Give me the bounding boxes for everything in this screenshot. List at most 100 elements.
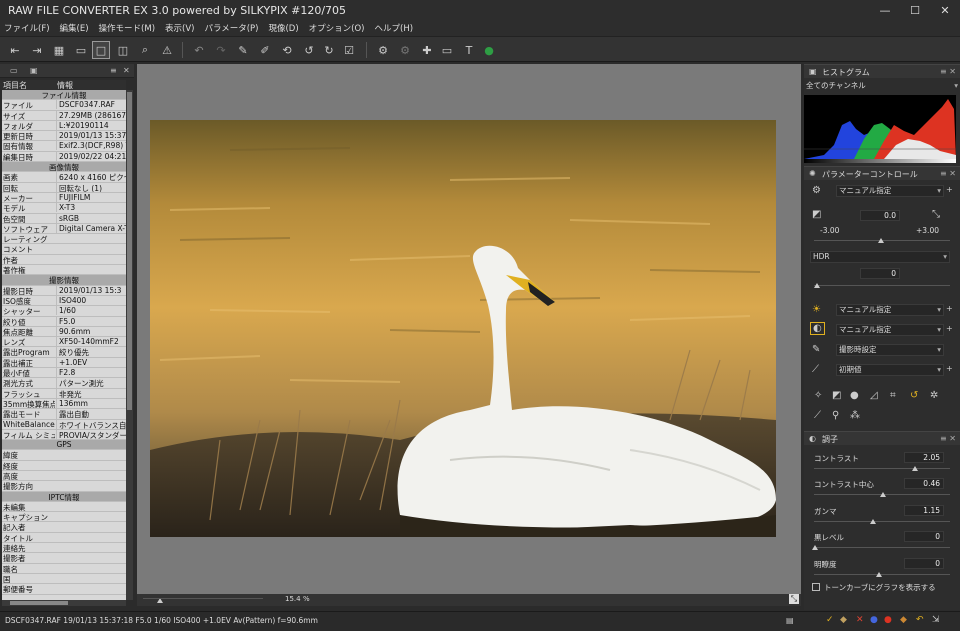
info-row[interactable]: 国 bbox=[2, 574, 126, 585]
gamma-slider-thumb[interactable] bbox=[870, 519, 876, 524]
info-row[interactable]: フラッシュ 非発光 bbox=[2, 388, 126, 399]
info-row[interactable]: メーカー FUJIFILM bbox=[2, 192, 126, 204]
black-level-slider[interactable] bbox=[814, 545, 950, 548]
black-level-slider-thumb[interactable] bbox=[812, 545, 818, 550]
menu-parameter[interactable]: パラメータ(P) bbox=[204, 22, 258, 34]
tone-controls-icon[interactable]: ≡ ✕ bbox=[940, 434, 956, 443]
import-icon[interactable]: ⇤ bbox=[6, 41, 24, 59]
preset-add-icon[interactable]: + bbox=[946, 185, 953, 194]
tool-undo-icon[interactable]: ↺ bbox=[910, 390, 918, 401]
select-develop-icon[interactable]: ⚙ bbox=[374, 41, 392, 59]
menu-develop[interactable]: 現像(D) bbox=[268, 22, 298, 34]
info-row[interactable]: 露出Program 絞り優先 bbox=[2, 347, 126, 358]
tone-select[interactable]: マニュアル指定 ▾ bbox=[836, 324, 944, 336]
info-row[interactable]: コメント bbox=[2, 244, 126, 255]
contrast-slider-thumb[interactable] bbox=[912, 466, 918, 471]
zoom-icon[interactable]: ⌕ bbox=[136, 41, 154, 59]
info-row[interactable]: ソフトウェア Digital Camera X-T bbox=[2, 223, 126, 235]
grid-view-icon[interactable]: ▦ bbox=[50, 41, 68, 59]
status-export-icon[interactable]: ⇲ bbox=[932, 615, 940, 625]
info-row[interactable]: 未編集 bbox=[2, 502, 126, 513]
info-row[interactable]: 編集日時 2019/02/22 04:21: bbox=[2, 151, 126, 163]
display-icon[interactable]: ▭ bbox=[438, 41, 456, 59]
contrast-slider[interactable] bbox=[814, 466, 950, 469]
contrast-center-slider-thumb[interactable] bbox=[880, 492, 886, 497]
status-print-icon[interactable]: ▤ bbox=[786, 616, 794, 625]
status-blue-icon[interactable]: ● bbox=[870, 615, 878, 625]
exposure-value[interactable]: 0.0 bbox=[860, 210, 900, 221]
left-vertical-scrollbar[interactable] bbox=[126, 90, 133, 600]
minimize-icon[interactable]: — bbox=[870, 0, 900, 20]
info-row[interactable]: タイトル bbox=[2, 533, 126, 544]
paste-params-icon[interactable]: ✐ bbox=[256, 41, 274, 59]
exposure-slider-thumb[interactable] bbox=[878, 238, 884, 243]
undo-icon[interactable]: ↶ bbox=[190, 41, 208, 59]
info-row[interactable]: 撮影者 bbox=[2, 553, 126, 564]
rotate-cw-icon[interactable]: ↻ bbox=[320, 41, 338, 59]
close-icon[interactable]: ✕ bbox=[930, 0, 960, 20]
white-balance-icon[interactable]: ☀ bbox=[812, 304, 821, 315]
tool-brush-icon[interactable]: ⟋ bbox=[814, 410, 821, 421]
info-section-header[interactable]: ファイル情報 bbox=[2, 90, 126, 101]
info-row[interactable]: 更新日時 2019/01/13 15:37:1 bbox=[2, 131, 126, 142]
info-row[interactable]: レーティング bbox=[2, 234, 126, 245]
left-horizontal-scrollbar[interactable] bbox=[2, 600, 126, 606]
info-section-header[interactable]: IPTC情報 bbox=[2, 491, 126, 502]
info-row[interactable]: 露出補正 +1.0EV bbox=[2, 357, 126, 369]
info-row[interactable]: 職名 bbox=[2, 564, 126, 574]
rotate-ccw-icon[interactable]: ↺ bbox=[300, 41, 318, 59]
hdr-slider[interactable] bbox=[814, 283, 950, 286]
batch-develop-icon[interactable]: ⚙ bbox=[396, 41, 414, 59]
check-box-icon[interactable]: ☑ bbox=[340, 41, 358, 59]
info-row[interactable]: 画素 6240 x 4160 ピクセル bbox=[2, 172, 126, 183]
compare-view-icon[interactable]: ◫ bbox=[114, 41, 132, 59]
info-tab-icon[interactable]: ▣ bbox=[30, 66, 38, 75]
info-row[interactable]: 著作権 bbox=[2, 265, 126, 276]
info-row[interactable]: 最小F値 F2.8 bbox=[2, 368, 126, 379]
info-row[interactable]: 記入者 bbox=[2, 522, 126, 533]
info-section-header[interactable]: GPS bbox=[2, 440, 126, 451]
text-tool-icon[interactable]: T bbox=[460, 41, 478, 59]
menu-help[interactable]: ヘルプ(H) bbox=[375, 22, 414, 34]
info-row[interactable]: キャプション bbox=[2, 512, 126, 523]
gamma-slider[interactable] bbox=[814, 519, 950, 522]
white-balance-select[interactable]: マニュアル指定 ▾ bbox=[836, 304, 944, 316]
sharpness-icon[interactable]: ⟋ bbox=[812, 364, 819, 375]
panel-menu-icon[interactable]: ≡ bbox=[110, 66, 117, 75]
info-row[interactable]: シャッター 1/60 bbox=[2, 306, 126, 317]
contrast-value[interactable]: 2.05 bbox=[904, 452, 944, 463]
sharpness-select[interactable]: 初期値 ▾ bbox=[836, 364, 944, 376]
info-row[interactable]: 高度 bbox=[2, 471, 126, 482]
tone-add-icon[interactable]: + bbox=[946, 324, 953, 333]
tool-crop-icon[interactable]: ⌗ bbox=[890, 390, 896, 401]
info-row[interactable]: フォルダ L:¥20190114 bbox=[2, 120, 126, 132]
info-row[interactable]: 露出モード 露出自動 bbox=[2, 409, 126, 420]
info-row[interactable]: 絞り値 F5.0 bbox=[2, 316, 126, 327]
filmstrip-view-icon[interactable]: ▭ bbox=[72, 41, 90, 59]
gear-icon[interactable]: ⚙ bbox=[812, 185, 821, 196]
single-view-icon[interactable]: □ bbox=[92, 41, 110, 59]
menu-edit[interactable]: 編集(E) bbox=[60, 22, 89, 34]
tool-dots-icon[interactable]: ⁂ bbox=[850, 410, 860, 421]
spot-tool-icon[interactable]: ✚ bbox=[418, 41, 436, 59]
info-row[interactable]: ISO感度 ISO400 bbox=[2, 295, 126, 307]
auto-exposure-icon[interactable]: ⤡ bbox=[932, 209, 940, 220]
tool-spot-icon[interactable]: ✲ bbox=[930, 390, 938, 401]
hdr-select[interactable]: HDR ▾ bbox=[810, 251, 950, 263]
info-row[interactable]: 固有情報 Exif2.3(DCF,R98) Y bbox=[2, 141, 126, 152]
folder-tab-icon[interactable]: ▭ bbox=[10, 66, 18, 75]
tone-curve-checkbox[interactable] bbox=[812, 583, 820, 591]
info-row[interactable]: WhiteBalanceホワイトバランス自動 bbox=[2, 419, 126, 430]
tool-sparkle-icon[interactable]: ✧ bbox=[814, 390, 822, 401]
clarity-slider[interactable] bbox=[814, 572, 950, 575]
status-check-icon[interactable]: ✓ bbox=[826, 615, 834, 625]
maximize-icon[interactable]: ☐ bbox=[900, 0, 930, 20]
wb-add-icon[interactable]: + bbox=[946, 304, 953, 313]
info-row[interactable]: 緯度 bbox=[2, 450, 126, 461]
color-picker-icon[interactable]: ✎ bbox=[812, 344, 820, 355]
info-row[interactable]: 35mm換算焦点 136mm bbox=[2, 398, 126, 410]
histogram-controls-icon[interactable]: ≡ ✕ bbox=[940, 67, 956, 76]
info-row[interactable]: 撮影方向 bbox=[2, 481, 126, 492]
export-icon[interactable]: ⇥ bbox=[28, 41, 46, 59]
info-section-header[interactable]: 撮影情報 bbox=[2, 275, 126, 286]
